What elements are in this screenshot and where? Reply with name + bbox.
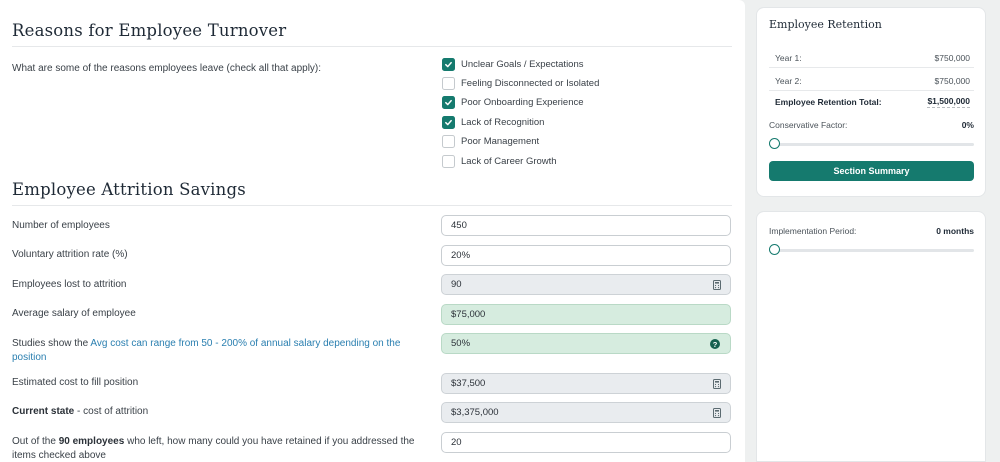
employees-input[interactable]: 450 — [441, 215, 731, 236]
help-icon[interactable]: ? — [710, 339, 720, 349]
divider — [12, 205, 732, 206]
calculator-icon — [713, 379, 721, 389]
slider-track[interactable] — [769, 249, 974, 252]
retention-total-row: Employee Retention Total: $1,500,000 — [775, 96, 970, 108]
section-summary-button[interactable]: Section Summary — [769, 161, 974, 181]
retention-title: Employee Retention — [769, 18, 882, 31]
reason-checkbox-row[interactable]: Feeling Disconnected or Isolated — [442, 76, 599, 90]
check-icon — [445, 100, 452, 106]
savings-title: Employee Attrition Savings — [12, 180, 246, 199]
reason-checkbox-row[interactable]: Unclear Goals / Expectations — [442, 57, 584, 71]
conservative-factor-slider[interactable] — [769, 138, 974, 150]
checkbox-unchecked[interactable] — [442, 135, 455, 149]
turnover-question: What are some of the reasons employees l… — [12, 63, 322, 74]
reason-checkbox-row[interactable]: Poor Onboarding Experience — [442, 96, 584, 110]
reason-label: Feeling Disconnected or Isolated — [461, 77, 600, 89]
reason-label: Lack of Recognition — [461, 116, 545, 128]
employees-label: Number of employees — [12, 220, 110, 231]
slider-thumb[interactable] — [769, 244, 780, 255]
cost-fill-output: $37,500 — [441, 373, 731, 394]
check-icon — [445, 61, 452, 67]
lost-label: Employees lost to attrition — [12, 279, 127, 290]
reason-label: Unclear Goals / Expectations — [461, 58, 584, 70]
reason-label: Lack of Career Growth — [461, 155, 557, 167]
attrition-rate-input[interactable]: 20% — [441, 245, 731, 266]
slider-thumb[interactable] — [769, 138, 780, 149]
studies-label: Studies show the Avg cost can range from… — [12, 338, 401, 363]
implementation-card: Implementation Period: 0 months — [756, 211, 986, 462]
divider — [12, 46, 732, 47]
retained-input[interactable]: 20 — [441, 432, 731, 453]
reason-checkbox-row[interactable]: Lack of Career Growth — [442, 154, 557, 168]
cost-percent-input[interactable]: 50% ? — [441, 333, 731, 354]
salary-label: Average salary of employee — [12, 308, 136, 319]
salary-input[interactable]: $75,000 — [441, 304, 731, 325]
year2-row: Year 2: $750,000 — [769, 71, 974, 91]
reason-label: Poor Management — [461, 136, 540, 148]
implementation-slider[interactable] — [769, 244, 974, 256]
cost-fill-label: Estimated cost to fill position — [12, 377, 139, 388]
check-icon — [445, 119, 452, 125]
current-state-label: Current state - cost of attrition — [12, 406, 149, 417]
reason-checkbox-row[interactable]: Lack of Recognition — [442, 115, 544, 129]
reason-checkbox-row[interactable]: Poor Management — [442, 135, 539, 149]
main-panel: Reasons for Employee Turnover What are s… — [0, 0, 745, 462]
checkbox-checked[interactable] — [442, 96, 455, 110]
checkbox-checked[interactable] — [442, 57, 455, 71]
checkbox-unchecked[interactable] — [442, 154, 455, 168]
year1-row: Year 1: $750,000 — [769, 48, 974, 68]
attrition-rate-label: Voluntary attrition rate (%) — [12, 249, 128, 260]
current-state-output: $3,375,000 — [441, 402, 731, 423]
reason-label: Poor Onboarding Experience — [461, 97, 584, 109]
conservative-factor-label: Conservative Factor: 0% — [769, 120, 974, 130]
calculator-icon — [713, 280, 721, 290]
lost-output: 90 — [441, 274, 731, 295]
slider-track[interactable] — [769, 143, 974, 146]
retention-card: Employee Retention Year 1: $750,000 Year … — [756, 7, 986, 197]
retained-label: Out of the 90 employees who left, how ma… — [12, 436, 415, 461]
turnover-title: Reasons for Employee Turnover — [12, 21, 287, 40]
checkbox-checked[interactable] — [442, 115, 455, 129]
checkbox-unchecked[interactable] — [442, 76, 455, 90]
implementation-label: Implementation Period: 0 months — [769, 226, 974, 236]
calculator-icon — [713, 408, 721, 418]
